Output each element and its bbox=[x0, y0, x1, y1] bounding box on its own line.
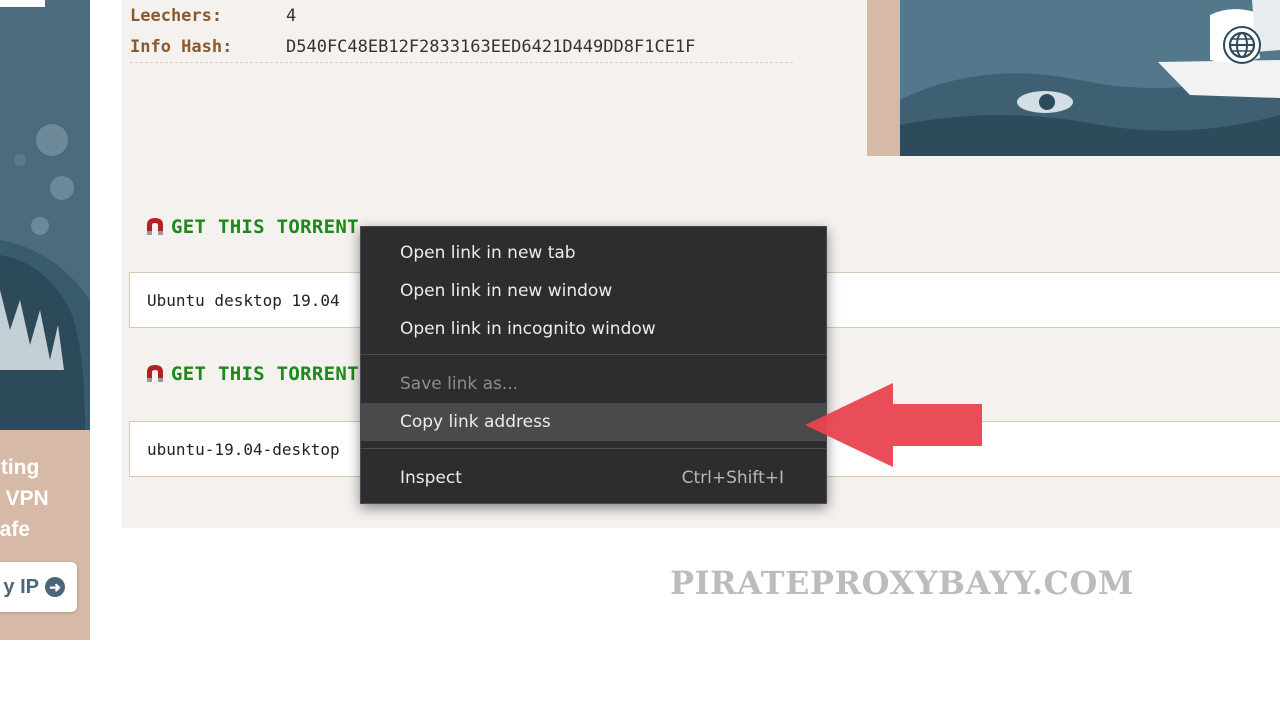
get-torrent-link[interactable]: GET THIS TORRENT bbox=[145, 214, 359, 240]
info-hash-label: Info Hash: bbox=[130, 37, 233, 57]
menu-item-open-new-tab[interactable]: Open link in new tab bbox=[361, 234, 826, 272]
torrent-name: Ubuntu desktop 19.04 bbox=[147, 290, 340, 310]
context-menu: Open link in new tab Open link in new wi… bbox=[360, 226, 827, 504]
site-watermark: PIRATEPROXYBAYY.COM bbox=[670, 564, 1134, 602]
torrent-name: ubuntu-19.04-desktop bbox=[147, 439, 340, 459]
hide-ip-button[interactable]: y IP ➜ bbox=[0, 562, 77, 612]
vpn-ad-banner[interactable]: nting a VPN safe y IP ➜ bbox=[0, 0, 90, 640]
menu-item-inspect[interactable]: Inspect Ctrl+Shift+I bbox=[361, 459, 826, 497]
menu-separator bbox=[361, 448, 826, 449]
leechers-row: Leechers: 4 bbox=[130, 1, 296, 31]
arrow-right-circle-icon: ➜ bbox=[45, 577, 65, 597]
menu-item-open-new-window[interactable]: Open link in new window bbox=[361, 272, 826, 310]
red-arrow-annotation bbox=[805, 383, 982, 467]
vpn-ad-text: nting a VPN safe bbox=[0, 452, 90, 545]
sea-monster-illustration bbox=[0, 0, 90, 430]
info-hash-row: Info Hash: D540FC48EB12F2833163EED6421D4… bbox=[130, 32, 793, 63]
info-hash-value: D540FC48EB12F2833163EED6421D449DD8F1CE1F bbox=[286, 37, 696, 57]
get-torrent-label: GET THIS TORRENT bbox=[171, 363, 359, 385]
menu-separator bbox=[361, 354, 826, 355]
menu-item-label: Open link in new tab bbox=[400, 243, 576, 263]
ad-text-line: nting bbox=[0, 456, 40, 479]
menu-item-label: Save link as... bbox=[400, 374, 519, 394]
ship-art bbox=[900, 0, 1280, 156]
leechers-label: Leechers: bbox=[130, 6, 223, 26]
hide-ip-label: y IP bbox=[3, 575, 39, 598]
menu-item-copy-link-address[interactable]: Copy link address bbox=[361, 403, 826, 441]
pirate-ship-illustration bbox=[867, 0, 1280, 156]
ad-text-line: safe bbox=[0, 518, 31, 541]
ad-text-line: a VPN bbox=[0, 487, 49, 510]
menu-item-save-link-as: Save link as... bbox=[361, 365, 826, 403]
menu-item-label: Inspect bbox=[400, 468, 462, 488]
get-torrent-label: GET THIS TORRENT bbox=[171, 216, 359, 238]
menu-item-label: Open link in new window bbox=[400, 281, 613, 301]
menu-item-open-incognito[interactable]: Open link in incognito window bbox=[361, 310, 826, 348]
magnet-icon bbox=[147, 365, 163, 382]
get-torrent-link[interactable]: GET THIS TORRENT bbox=[145, 361, 359, 387]
menu-item-label: Copy link address bbox=[400, 412, 551, 432]
globe-icon bbox=[1223, 26, 1261, 64]
magnet-icon bbox=[147, 218, 163, 235]
leechers-value: 4 bbox=[286, 6, 297, 26]
menu-item-label: Open link in incognito window bbox=[400, 319, 656, 339]
inspect-shortcut: Ctrl+Shift+I bbox=[681, 468, 784, 488]
